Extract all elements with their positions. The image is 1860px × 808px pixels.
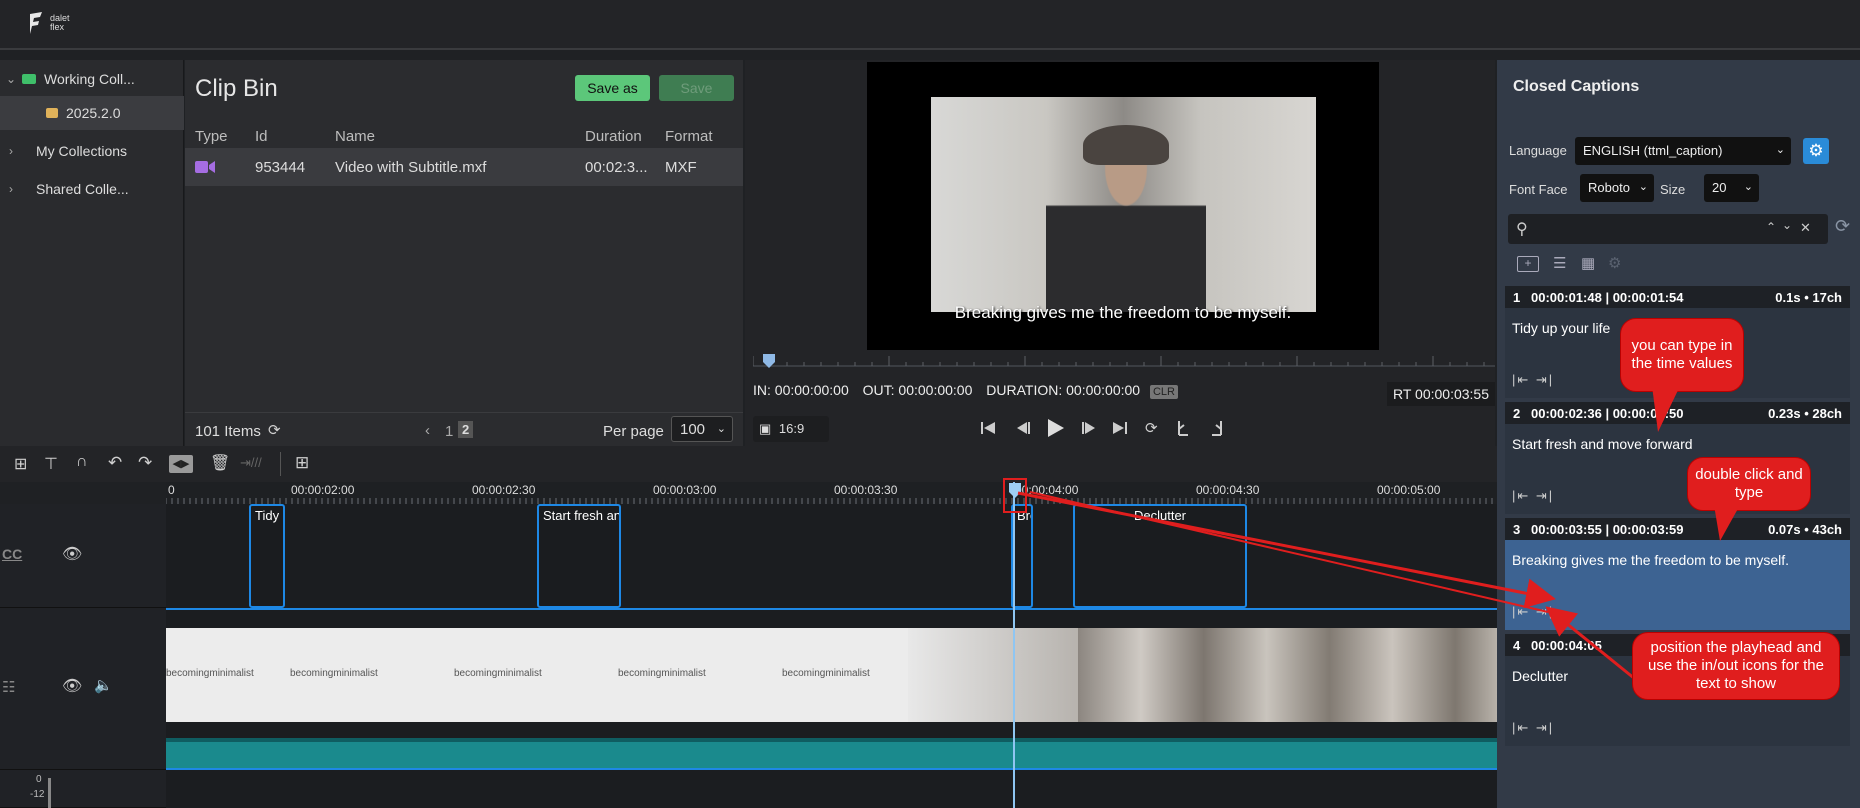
callout-position-playhead: position the playhead and use the in/out… [1632, 632, 1840, 700]
callout-double-click: double click and type [1687, 457, 1811, 511]
annotation-arrows [1017, 491, 1641, 685]
callout-type-time-values: you can type in the time values [1620, 318, 1744, 392]
